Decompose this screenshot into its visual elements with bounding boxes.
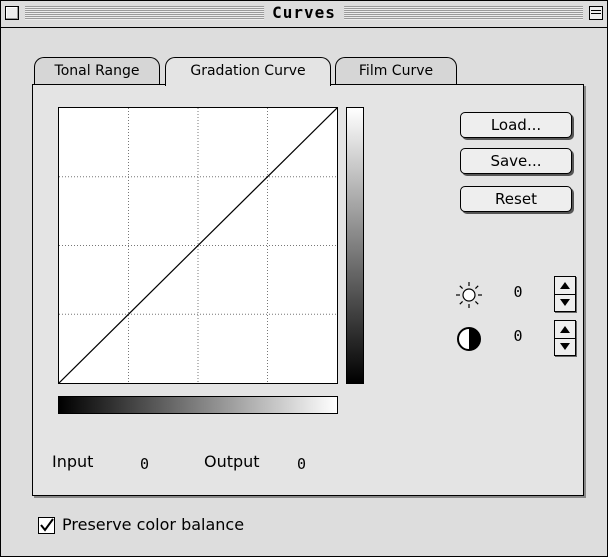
sun-icon [455,281,483,313]
curve-grid [59,108,337,383]
contrast-down-arrow-icon[interactable] [555,338,575,355]
gradation-curve-line[interactable] [59,108,337,383]
output-gradient-bar [346,107,364,384]
brightness-up-arrow-icon[interactable] [555,277,575,295]
save-button[interactable]: Save... [460,148,572,174]
contrast-value: 0 [513,327,523,345]
title-bar[interactable]: Curves [1,1,607,28]
load-button[interactable]: Load... [460,112,572,138]
tab-gradation-curve[interactable]: Gradation Curve [165,57,331,86]
output-value: 0 [297,455,307,473]
contrast-stepper[interactable] [554,320,576,356]
close-box-icon[interactable] [5,6,19,20]
preserve-color-balance-label[interactable]: Preserve color balance [62,515,244,534]
contrast-icon [455,325,483,357]
output-label: Output [204,452,260,471]
curve-editor[interactable] [58,107,338,384]
brightness-value: 0 [513,283,523,301]
brightness-stepper[interactable] [554,276,576,312]
preserve-color-balance-checkbox[interactable] [38,517,55,534]
checkmark-icon [40,518,54,532]
input-value: 0 [140,455,150,473]
input-gradient-bar [58,396,338,414]
input-label: Input [52,452,94,471]
tab-film-curve[interactable]: Film Curve [335,57,457,84]
brightness-down-arrow-icon[interactable] [555,294,575,311]
window-title: Curves [264,3,344,22]
contrast-up-arrow-icon[interactable] [555,321,575,339]
tab-tonal-range[interactable]: Tonal Range [34,57,160,84]
collapse-box-icon[interactable] [589,6,603,20]
reset-button[interactable]: Reset [460,186,572,212]
